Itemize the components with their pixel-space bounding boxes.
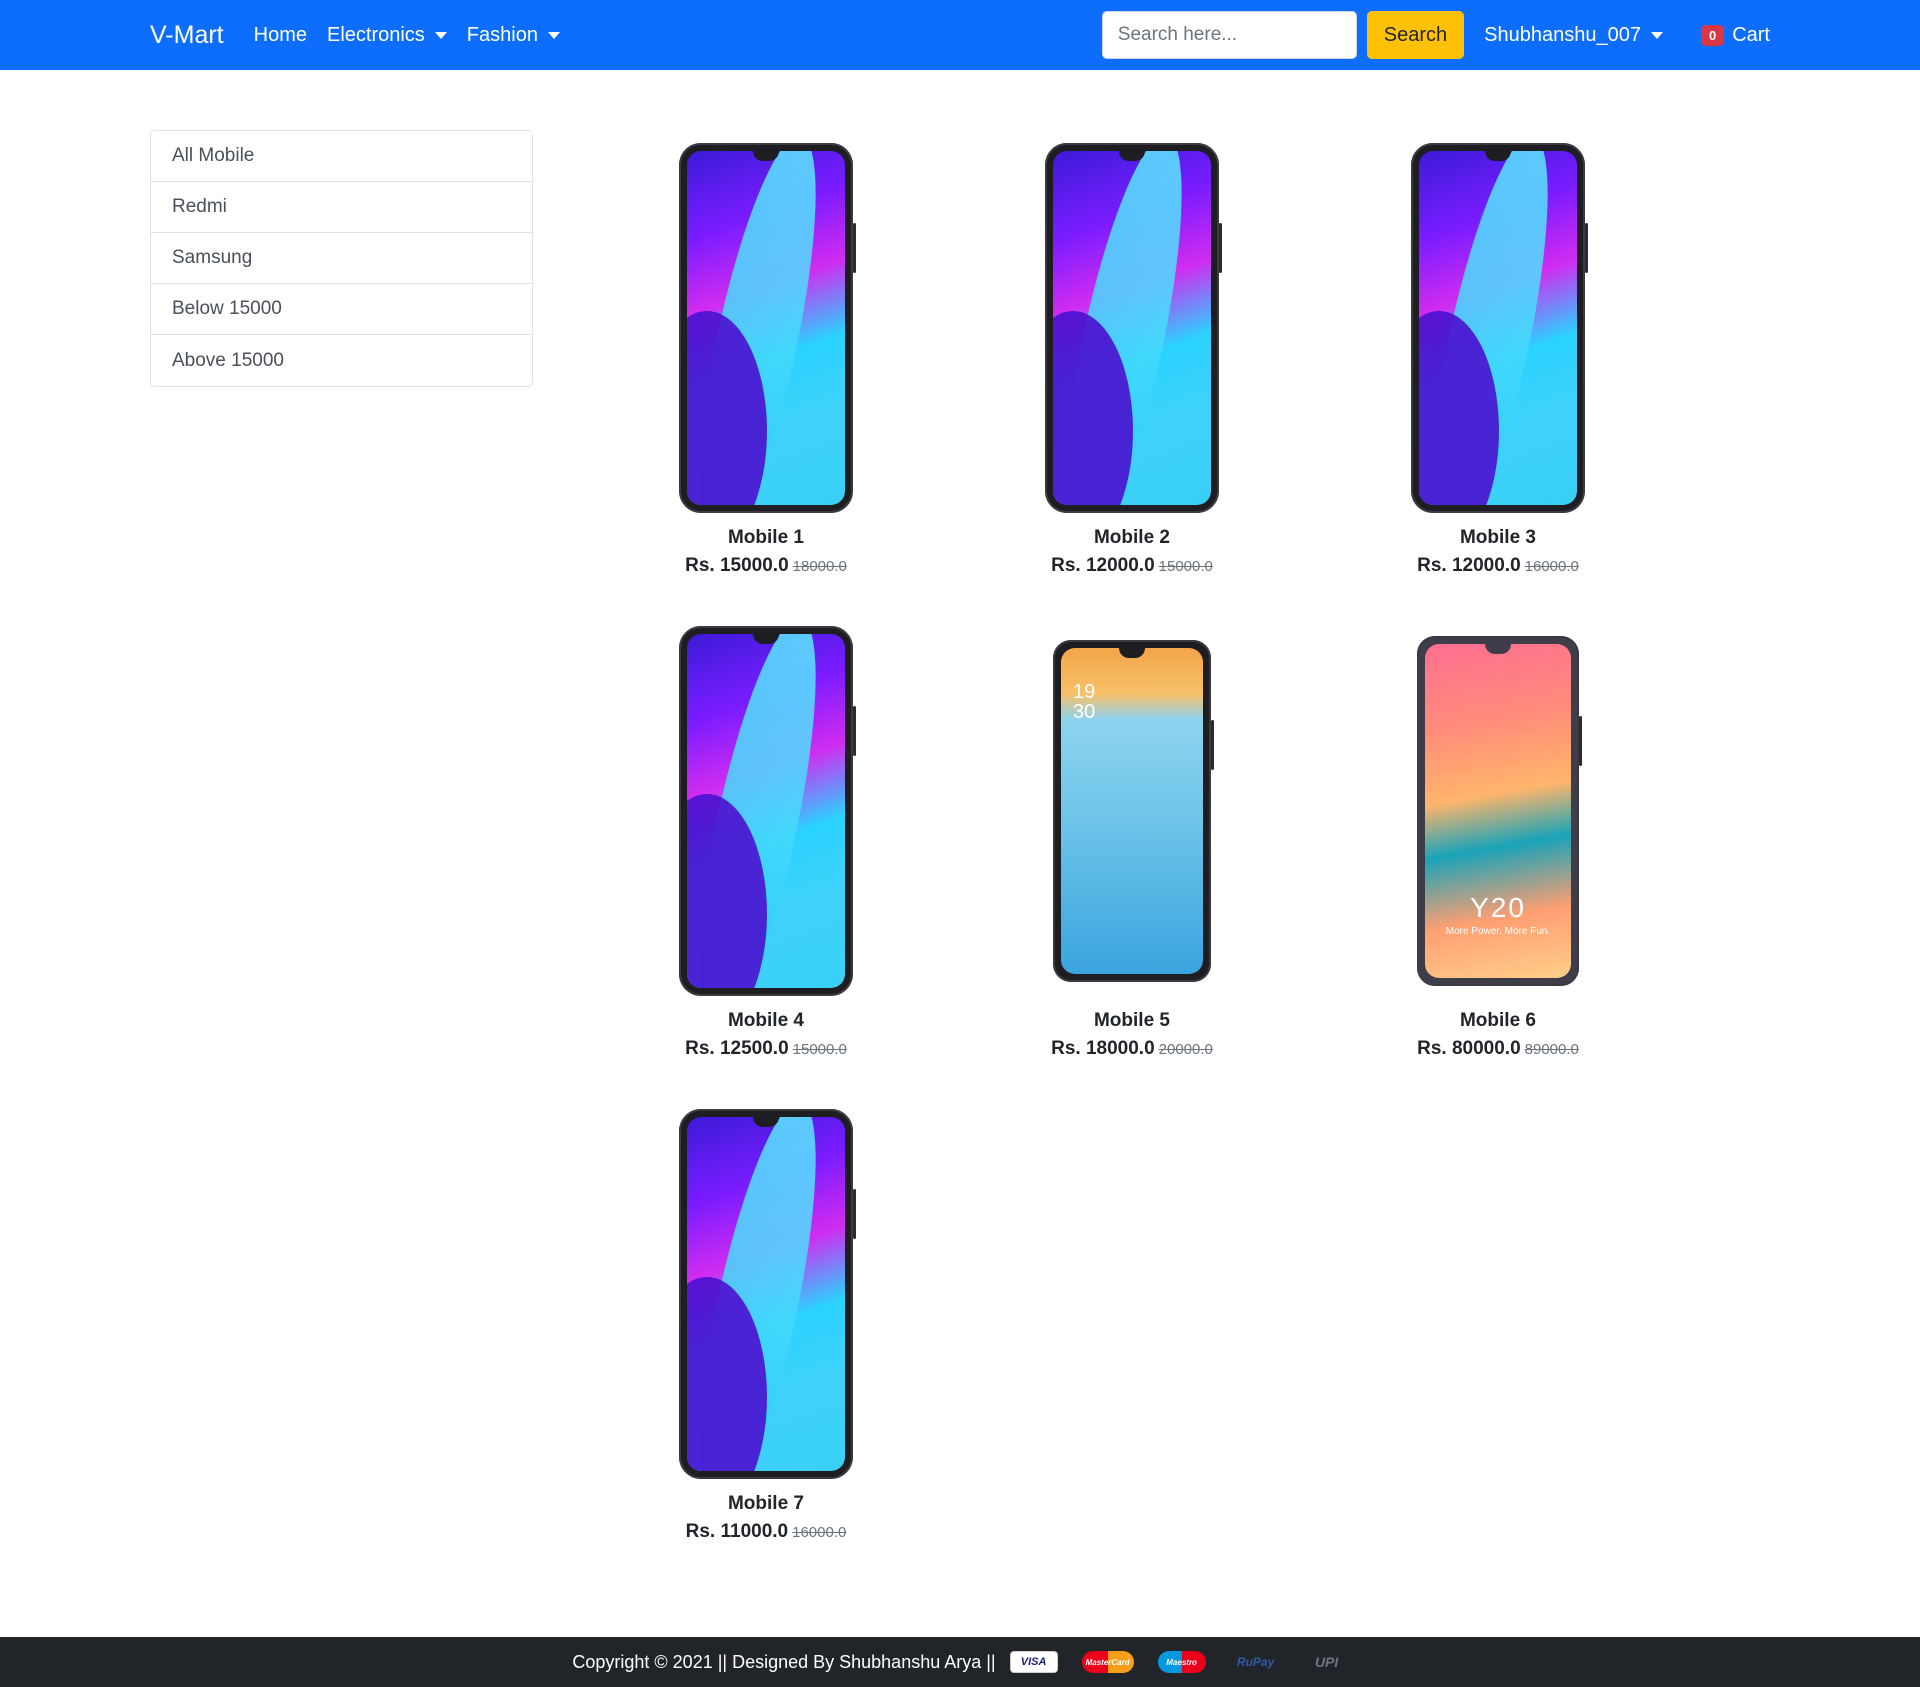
nav-electronics-label: Electronics <box>326 23 425 46</box>
user-menu-dropdown[interactable]: Shubhanshu_007 <box>1484 24 1663 47</box>
cart-label: Cart <box>1732 23 1770 46</box>
product-image[interactable] <box>616 139 916 517</box>
product-original-price: 18000.0 <box>792 558 847 575</box>
product-name[interactable]: Mobile 5 <box>982 1008 1282 1034</box>
phone-screen-subtitle: More Power. More Fun. <box>1445 926 1551 937</box>
chevron-down-icon <box>1650 31 1663 39</box>
user-name-label: Shubhanshu_007 <box>1484 23 1641 46</box>
redmi-phone-image <box>679 626 856 996</box>
chevron-down-icon <box>434 31 447 39</box>
product-card[interactable]: Mobile 7 Rs. 11000.0 16000.0 <box>616 1105 916 1547</box>
page-footer: Copyright © 2021 || Designed By Shubhans… <box>0 1637 1920 1687</box>
product-original-price: 15000.0 <box>792 1041 847 1058</box>
filter-item-above-15000[interactable]: Above 15000 <box>151 335 532 386</box>
product-current-price: Rs. 18000.0 <box>1051 1038 1155 1059</box>
product-card[interactable]: Mobile 4 Rs. 12500.0 15000.0 <box>616 622 916 1064</box>
mastercard-logo-icon: MasterCard <box>1081 1651 1134 1673</box>
product-name[interactable]: Mobile 6 <box>1348 1008 1648 1034</box>
navbar-inner: V-Mart Home Electronics Fashion Search S… <box>150 0 1770 70</box>
phone-screen-clock: 19 30 <box>1073 682 1095 722</box>
phone-screen-title: Y20 <box>1470 892 1526 923</box>
oppo-phone-image: 19 30 <box>1053 640 1214 982</box>
product-name[interactable]: Mobile 7 <box>616 1491 916 1517</box>
product-price: Rs. 80000.0 89000.0 <box>1348 1034 1648 1064</box>
product-name[interactable]: Mobile 2 <box>982 525 1282 551</box>
redmi-phone-image <box>1411 143 1588 513</box>
product-card[interactable]: Mobile 3 Rs. 12000.0 16000.0 <box>1348 139 1648 581</box>
product-original-price: 16000.0 <box>1524 558 1579 575</box>
product-image[interactable] <box>1348 139 1648 517</box>
brand-logo-link[interactable]: V-Mart <box>150 21 224 50</box>
visa-logo-icon: VISA <box>1009 1651 1058 1673</box>
nav-home-link[interactable]: Home <box>254 24 307 47</box>
search-input[interactable] <box>1101 11 1357 59</box>
product-card[interactable]: Mobile 1 Rs. 15000.0 18000.0 <box>616 139 916 581</box>
product-name[interactable]: Mobile 4 <box>616 1008 916 1034</box>
product-current-price: Rs. 12500.0 <box>685 1038 789 1059</box>
product-original-price: 16000.0 <box>792 1524 847 1541</box>
product-price: Rs. 18000.0 20000.0 <box>982 1034 1282 1064</box>
product-price: Rs. 11000.0 16000.0 <box>616 1517 916 1547</box>
product-original-price: 20000.0 <box>1158 1041 1213 1058</box>
rupay-logo-icon: RuPay <box>1236 1655 1275 1669</box>
nav-electronics-dropdown[interactable]: Electronics <box>327 24 447 47</box>
product-current-price: Rs. 80000.0 <box>1417 1038 1521 1059</box>
redmi-phone-image <box>1045 143 1222 513</box>
clock-hours: 19 <box>1073 681 1096 703</box>
product-price: Rs. 12500.0 15000.0 <box>616 1034 916 1064</box>
filter-item-redmi[interactable]: Redmi <box>151 182 532 233</box>
product-current-price: Rs. 11000.0 <box>685 1521 789 1542</box>
product-original-price: 15000.0 <box>1158 558 1213 575</box>
product-image[interactable] <box>616 622 916 1000</box>
product-price: Rs. 12000.0 16000.0 <box>1348 551 1648 581</box>
product-original-price: 89000.0 <box>1524 1041 1579 1058</box>
product-current-price: Rs. 12000.0 <box>1417 555 1521 576</box>
product-price: Rs. 12000.0 15000.0 <box>982 551 1282 581</box>
product-card[interactable]: Mobile 2 Rs. 12000.0 15000.0 <box>982 139 1282 581</box>
product-image[interactable]: Y20 More Power. More Fun. <box>1348 622 1648 1000</box>
vivo-phone-image: Y20 More Power. More Fun. <box>1417 636 1582 986</box>
filter-item-samsung[interactable]: Samsung <box>151 233 532 284</box>
product-name[interactable]: Mobile 1 <box>616 525 916 551</box>
filter-item-below-15000[interactable]: Below 15000 <box>151 284 532 335</box>
top-navbar: V-Mart Home Electronics Fashion Search S… <box>0 0 1920 70</box>
product-name[interactable]: Mobile 3 <box>1348 525 1648 551</box>
category-filter-list: All Mobile Redmi Samsung Below 15000 Abo… <box>150 130 533 387</box>
filter-item-all-mobile[interactable]: All Mobile <box>151 131 532 182</box>
nav-fashion-label: Fashion <box>466 23 538 46</box>
redmi-phone-image <box>679 143 856 513</box>
product-image[interactable]: 19 30 <box>982 622 1282 1000</box>
product-current-price: Rs. 12000.0 <box>1051 555 1155 576</box>
maestro-logo-icon: Maestro <box>1157 1651 1206 1673</box>
product-card[interactable]: 19 30 Mobile 5 Rs. 18000.0 20000.0 <box>982 622 1282 1064</box>
product-current-price: Rs. 15000.0 <box>685 555 789 576</box>
product-image[interactable] <box>982 139 1282 517</box>
cart-count-badge: 0 <box>1700 24 1725 46</box>
product-price: Rs. 15000.0 18000.0 <box>616 551 916 581</box>
clock-minutes: 30 <box>1073 701 1096 723</box>
product-image[interactable] <box>616 1105 916 1483</box>
product-card[interactable]: Y20 More Power. More Fun. Mobile 6 Rs. 80… <box>1348 622 1648 1064</box>
upi-logo-icon: UPI <box>1314 1654 1339 1670</box>
redmi-phone-image <box>679 1109 856 1479</box>
chevron-down-icon <box>547 31 560 39</box>
nav-fashion-dropdown[interactable]: Fashion <box>467 24 560 47</box>
nav-home-label: Home <box>253 23 307 46</box>
search-button[interactable]: Search <box>1366 11 1465 59</box>
cart-link[interactable]: 0 Cart <box>1700 23 1770 47</box>
copyright-text: Copyright © 2021 || Designed By Shubhans… <box>572 1651 996 1672</box>
